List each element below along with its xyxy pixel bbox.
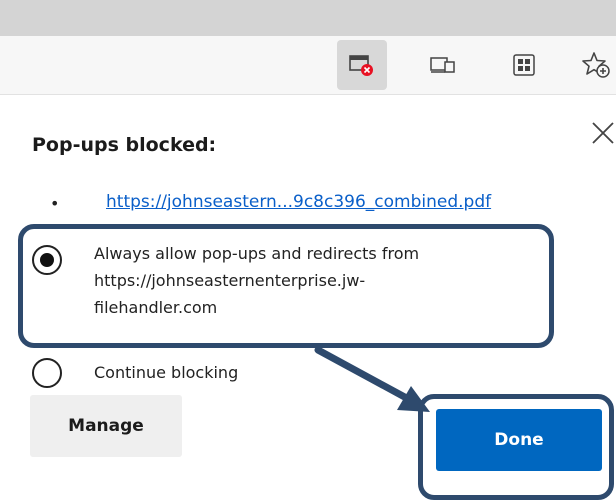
radio-label-continue-blocking[interactable]: Continue blocking xyxy=(94,359,238,386)
close-icon xyxy=(592,122,614,144)
popup-blocked-button[interactable] xyxy=(337,40,387,90)
manage-button[interactable]: Manage xyxy=(30,395,182,457)
blocked-url-link[interactable]: https://johnseastern...9c8c396_combined.… xyxy=(106,192,491,212)
device-icon xyxy=(430,54,456,76)
favorites-button[interactable] xyxy=(572,40,616,90)
option-line: Always allow pop-ups and redirects from xyxy=(94,244,420,263)
popup-blocked-icon xyxy=(349,53,375,77)
browser-viewport: Pop-ups blocked: • https://johnseastern.… xyxy=(0,0,616,500)
radio-continue-blocking[interactable] xyxy=(32,358,62,388)
tab-strip xyxy=(0,0,616,36)
close-button[interactable] xyxy=(590,120,616,146)
list-bullet: • xyxy=(50,194,60,213)
browser-toolbar xyxy=(0,36,616,95)
radio-always-allow[interactable] xyxy=(32,245,62,275)
dialog-title: Pop-ups blocked: xyxy=(32,134,217,156)
extensions-button[interactable] xyxy=(499,40,549,90)
radio-label-always-allow[interactable]: Always allow pop-ups and redirects from … xyxy=(94,240,419,321)
favorites-add-icon xyxy=(582,51,612,79)
device-button[interactable] xyxy=(418,40,468,90)
done-button[interactable]: Done xyxy=(436,409,602,471)
extensions-icon xyxy=(512,53,536,77)
option-line: https://johnseasternenterprise.jw- xyxy=(94,271,366,290)
option-line: Continue blocking xyxy=(94,363,239,382)
option-line: filehandler.com xyxy=(94,298,218,317)
